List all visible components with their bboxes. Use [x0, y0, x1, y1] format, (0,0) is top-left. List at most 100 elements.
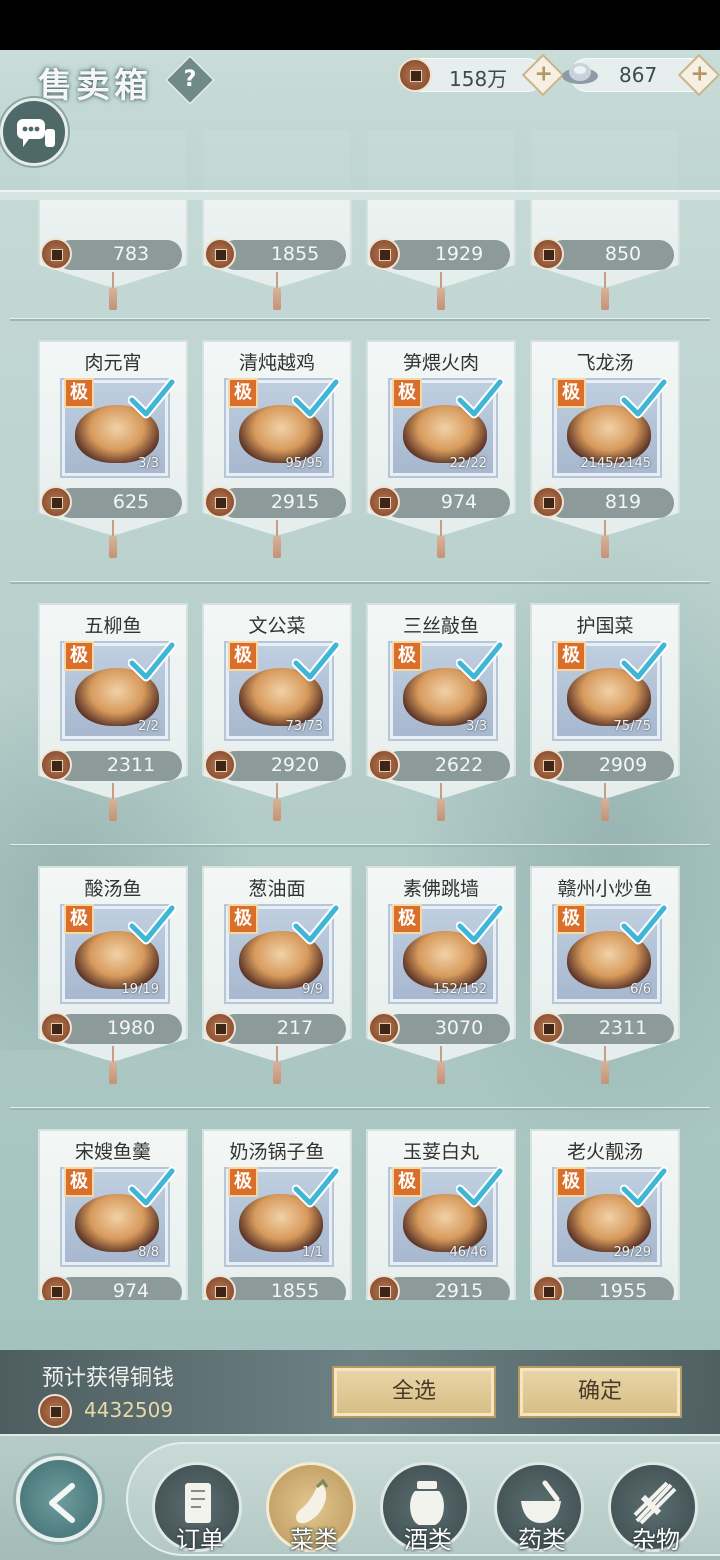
dish-card[interactable]: 赣州小炒鱼 6/6 极 2311	[530, 866, 680, 1084]
copper-coin-icon	[40, 486, 72, 518]
dish-price: 974	[440, 491, 478, 513]
header-rail	[0, 190, 720, 200]
dish-card[interactable]: 肉元宵 3/3 极 625	[38, 340, 188, 558]
back-button[interactable]	[16, 1456, 102, 1542]
dish-card[interactable]: 老火靓汤 29/29 极 1955	[530, 1129, 680, 1300]
hanging-rod	[10, 844, 710, 847]
plus-icon: +	[690, 61, 709, 87]
dish-list[interactable]: 1/17832/2185512/1219292/2850肉元宵3/3极625清炖…	[0, 130, 720, 1300]
select-all-label: 全选	[391, 1379, 436, 1404]
dish-count: 46/46	[449, 1245, 487, 1260]
copper-coin-icon	[40, 749, 72, 781]
chat-button[interactable]	[0, 98, 68, 166]
copper-coin-icon	[204, 486, 236, 518]
confirm-label: 确定	[577, 1379, 622, 1404]
category-tabs: 订单 菜类 酒类 药类 杂物	[126, 1442, 720, 1556]
dish-name: 赣州小炒鱼	[557, 878, 653, 900]
hanging-rod	[10, 1107, 710, 1110]
tab-orders[interactable]: 订单	[152, 1462, 242, 1554]
checkmark-icon[interactable]	[127, 1165, 177, 1209]
tassel	[109, 1046, 117, 1084]
dish-price: 1855	[270, 1280, 320, 1300]
copper-coin-icon	[40, 1275, 72, 1300]
dish-price: 625	[112, 491, 150, 513]
checkmark-icon[interactable]	[291, 376, 341, 420]
dish-card[interactable]: 酸汤鱼 19/19 极 1980	[38, 866, 188, 1084]
copper-coin-icon	[532, 486, 564, 518]
select-all-button[interactable]: 全选	[332, 1366, 496, 1418]
dish-name: 护国菜	[576, 615, 634, 637]
hanging-rod	[10, 581, 710, 584]
dish-card[interactable]: 素佛跳墙 152/152 极 3070	[366, 866, 516, 1084]
copper-coin-icon	[368, 238, 400, 270]
price-bar: 819	[548, 488, 674, 518]
dish-price: 1955	[598, 1280, 648, 1300]
checkmark-icon[interactable]	[455, 639, 505, 683]
dish-price: 819	[604, 491, 642, 513]
tassel	[601, 1046, 609, 1084]
checkmark-icon[interactable]	[291, 639, 341, 683]
checkmark-icon[interactable]	[127, 639, 177, 683]
help-button[interactable]: ?	[164, 54, 216, 106]
copper-coin-icon	[368, 486, 400, 518]
dish-card[interactable]: 护国菜 75/75 极 2909	[530, 603, 680, 821]
tassel	[437, 520, 445, 558]
dish-card[interactable]: 笋煨火肉 22/22 极 974	[366, 340, 516, 558]
tassel	[273, 783, 281, 821]
dish-name: 清炖越鸡	[238, 352, 315, 374]
price-bar: 1855	[220, 240, 346, 270]
checkmark-icon[interactable]	[291, 902, 341, 946]
tassel	[437, 783, 445, 821]
dish-price: 2311	[106, 754, 156, 776]
tab-wine-label: 酒类	[404, 1526, 452, 1554]
tassel	[601, 783, 609, 821]
checkmark-icon[interactable]	[455, 902, 505, 946]
page-title: 售卖箱	[38, 66, 152, 106]
tab-misc[interactable]: 杂物	[608, 1462, 698, 1554]
dish-card[interactable]: 清炖越鸡 95/95 极 2915	[202, 340, 352, 558]
checkmark-icon[interactable]	[619, 376, 669, 420]
quality-badge: 极	[556, 641, 586, 671]
tassel	[437, 1046, 445, 1084]
checkmark-icon[interactable]	[619, 902, 669, 946]
dish-name: 文公菜	[248, 615, 306, 637]
silver-value: 867	[619, 63, 658, 87]
dish-card[interactable]: 奶汤锅子鱼 1/1 极 1855	[202, 1129, 352, 1300]
dish-card[interactable]: 五柳鱼 2/2 极 2311	[38, 603, 188, 821]
dish-count: 2145/2145	[580, 456, 651, 471]
dish-price: 2920	[270, 754, 320, 776]
copper-coin-icon	[398, 58, 432, 92]
checkmark-icon[interactable]	[455, 1165, 505, 1209]
quality-badge: 极	[392, 1167, 422, 1197]
checkmark-icon[interactable]	[619, 639, 669, 683]
dish-card[interactable]: 三丝敲鱼 3/3 极 2622	[366, 603, 516, 821]
dish-card[interactable]: 飞龙汤 2145/2145 极 819	[530, 340, 680, 558]
dish-card[interactable]: 文公菜 73/73 极 2920	[202, 603, 352, 821]
dish-count: 3/3	[138, 456, 159, 471]
copper-coin-icon	[204, 1275, 236, 1300]
tab-dishes[interactable]: 菜类	[266, 1462, 356, 1554]
dish-card[interactable]: 葱油面 9/9 极 217	[202, 866, 352, 1084]
price-bar: 1929	[384, 240, 510, 270]
quality-badge: 极	[228, 904, 258, 934]
dish-count: 6/6	[630, 982, 651, 997]
checkmark-icon[interactable]	[455, 376, 505, 420]
tab-dishes-label: 菜类	[290, 1526, 338, 1554]
price-bar: 217	[220, 1014, 346, 1044]
expected-coins-label: 预计获得铜钱	[42, 1366, 175, 1391]
dish-price: 2909	[598, 754, 648, 776]
copper-coin-icon	[532, 1012, 564, 1044]
tab-wine[interactable]: 酒类	[380, 1462, 470, 1554]
checkmark-icon[interactable]	[127, 376, 177, 420]
checkmark-icon[interactable]	[127, 902, 177, 946]
quality-badge: 极	[392, 641, 422, 671]
expected-coins-value: 4432509	[84, 1398, 174, 1422]
dish-card[interactable]: 玉荽白丸 46/46 极 2915	[366, 1129, 516, 1300]
tab-medicine[interactable]: 药类	[494, 1462, 584, 1554]
confirm-button[interactable]: 确定	[518, 1366, 682, 1418]
price-bar: 2311	[56, 751, 182, 781]
price-bar: 783	[56, 240, 182, 270]
checkmark-icon[interactable]	[291, 1165, 341, 1209]
dish-card[interactable]: 宋嫂鱼羹 8/8 极 974	[38, 1129, 188, 1300]
checkmark-icon[interactable]	[619, 1165, 669, 1209]
